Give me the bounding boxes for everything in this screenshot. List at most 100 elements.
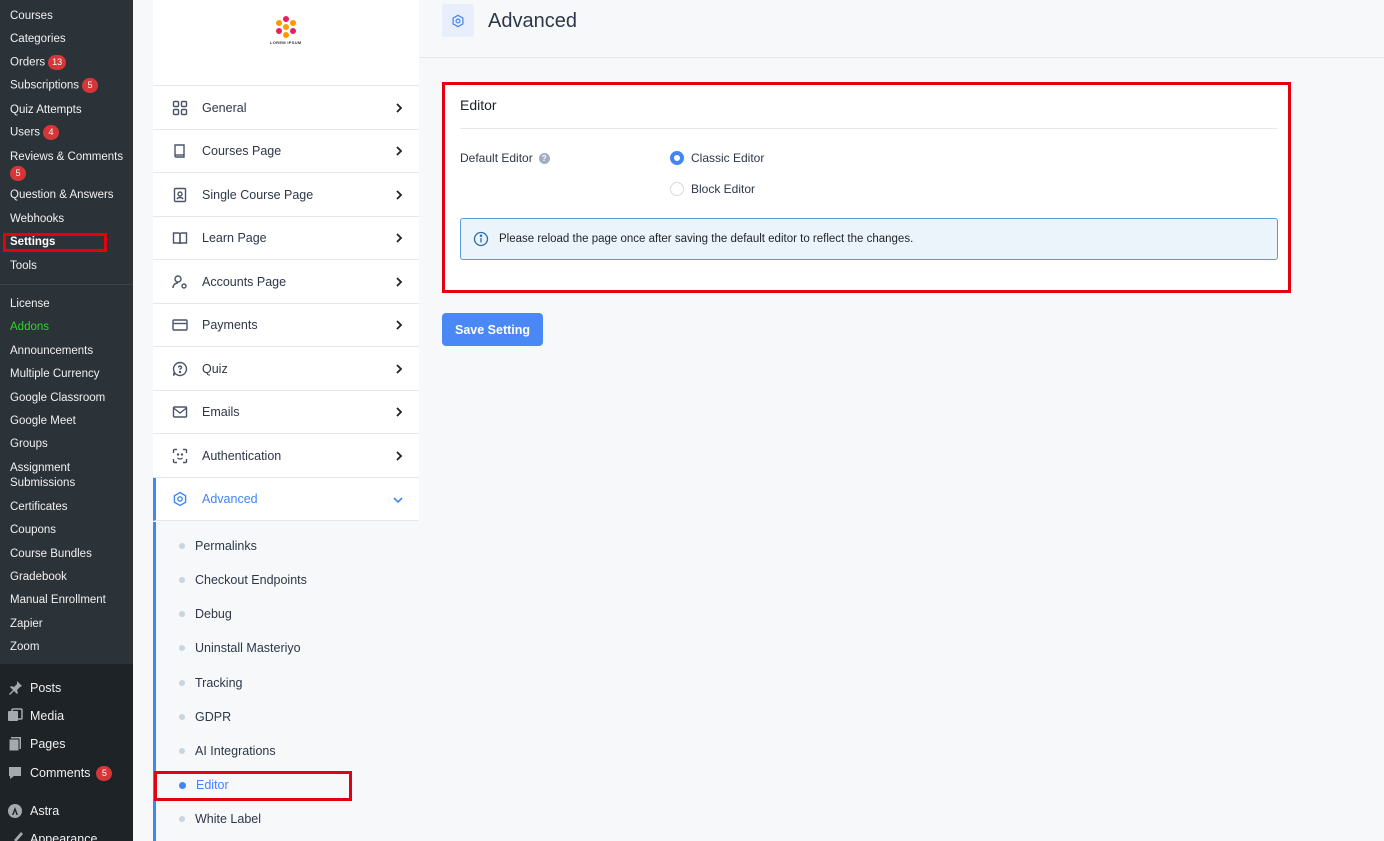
wp-menu-groups[interactable]: Groups: [10, 437, 48, 452]
block-editor-option[interactable]: Block Editor: [670, 182, 755, 196]
wp-menu-courses[interactable]: Courses: [10, 9, 53, 24]
wp-menu-categories[interactable]: Categories: [10, 32, 66, 47]
wp-menu-posts[interactable]: Posts: [0, 674, 133, 702]
grid-icon: [172, 100, 188, 116]
comments-count-badge: 5: [96, 765, 113, 781]
wp-menu-question-answers[interactable]: Question & Answers: [10, 188, 114, 203]
page-title: Advanced: [488, 10, 577, 32]
wp-menu-google-classroom[interactable]: Google Classroom: [10, 391, 105, 406]
bullet-dot-active: [179, 781, 186, 789]
save-setting-button[interactable]: Save Setting: [442, 313, 543, 346]
wp-menu-subscriptions[interactable]: Subscriptions 5: [10, 78, 99, 94]
subnav-uninstall[interactable]: Uninstall Masteriyo: [179, 641, 301, 655]
pages-icon: [0, 736, 30, 752]
mail-icon: [172, 404, 188, 420]
subnav-white-label[interactable]: White Label: [179, 812, 261, 826]
open-book-icon: [172, 230, 188, 246]
wp-menu-orders[interactable]: Orders 13: [10, 55, 67, 71]
chevron-down-icon: [393, 497, 403, 504]
bullet-dot: [179, 680, 185, 686]
wp-menu-appearance[interactable]: Appearance: [0, 825, 133, 841]
page-header: Advanced: [419, 0, 1384, 58]
nav-advanced[interactable]: Advanced: [153, 478, 419, 521]
subnav-checkout-endpoints[interactable]: Checkout Endpoints: [179, 573, 307, 587]
settings-icon: [442, 4, 474, 37]
comment-icon: [0, 765, 30, 781]
card-divider: [460, 128, 1277, 129]
chevron-right-icon: [396, 146, 403, 156]
wp-menu-license[interactable]: License: [10, 297, 50, 312]
wp-menu-webhooks[interactable]: Webhooks: [10, 212, 64, 227]
menu-divider: [0, 284, 133, 285]
wp-menu-certificates[interactable]: Certificates: [10, 500, 68, 515]
chevron-right-icon: [396, 103, 403, 113]
subnav-tracking[interactable]: Tracking: [179, 676, 242, 690]
nav-single-course-page[interactable]: Single Course Page: [153, 174, 419, 217]
bullet-dot: [179, 577, 185, 583]
card-title: Editor: [460, 97, 497, 113]
nav-emails[interactable]: Emails: [153, 391, 419, 434]
help-icon[interactable]: ?: [538, 152, 550, 164]
bullet-dot: [179, 714, 185, 720]
nav-quiz[interactable]: Quiz: [153, 348, 419, 391]
reviews-count-badge: 5: [10, 166, 26, 181]
wp-menu-google-meet[interactable]: Google Meet: [10, 414, 76, 429]
wp-menu-manual-enrollment[interactable]: Manual Enrollment: [10, 593, 106, 608]
chevron-right-icon: [396, 451, 403, 461]
settings-icon: [172, 491, 188, 507]
wp-menu-settings[interactable]: Settings: [10, 235, 55, 250]
subnav-permalinks[interactable]: Permalinks: [179, 539, 257, 553]
subnav-editor[interactable]: Editor: [179, 778, 229, 792]
chevron-right-icon: [396, 233, 403, 243]
nav-learn-page[interactable]: Learn Page: [153, 217, 419, 260]
orders-count-badge: 13: [48, 55, 67, 70]
subscriptions-count-badge: 5: [82, 78, 99, 93]
wp-menu-gradebook[interactable]: Gradebook: [10, 570, 67, 585]
info-icon: [473, 231, 489, 247]
subnav-gdpr[interactable]: GDPR: [179, 710, 231, 724]
wp-menu-course-bundles[interactable]: Course Bundles: [10, 547, 92, 562]
media-icon: [0, 708, 30, 724]
wp-menu-addons[interactable]: Addons: [10, 320, 49, 335]
wp-menu-media[interactable]: Media: [0, 702, 133, 730]
wp-menu-announcements[interactable]: Announcements: [10, 344, 93, 359]
wp-menu-assignment-submissions[interactable]: Assignment Submissions: [10, 461, 75, 491]
chevron-right-icon: [396, 364, 403, 374]
main-content: Advanced Editor Default Editor ? Classic…: [419, 0, 1384, 841]
nav-courses-page[interactable]: Courses Page: [153, 130, 419, 173]
wp-menu-tools[interactable]: Tools: [10, 259, 37, 274]
radio-checked[interactable]: [670, 151, 684, 165]
subnav-ai-integrations[interactable]: AI Integrations: [179, 744, 276, 758]
id-card-icon: [172, 187, 188, 203]
radio-unchecked[interactable]: [670, 182, 684, 196]
wp-menu-coupons[interactable]: Coupons: [10, 523, 56, 538]
wp-menu-zapier[interactable]: Zapier: [10, 617, 43, 632]
wp-menu-users[interactable]: Users 4: [10, 125, 60, 141]
quiz-icon: [172, 361, 188, 377]
classic-editor-option[interactable]: Classic Editor: [670, 151, 764, 165]
chevron-right-icon: [396, 407, 403, 417]
wp-menu-comments[interactable]: Comments 5: [0, 759, 133, 787]
subnav-debug[interactable]: Debug: [179, 607, 232, 621]
wp-menu-zoom[interactable]: Zoom: [10, 640, 39, 655]
wp-submenu: Courses Categories Orders 13 Subscription…: [0, 0, 133, 664]
wp-menu-quiz-attempts[interactable]: Quiz Attempts: [10, 103, 82, 118]
bullet-dot: [179, 816, 185, 822]
settings-nav: LOREM IPSUM General Courses Page Single …: [153, 0, 419, 841]
users-count-badge: 4: [43, 125, 60, 140]
wp-menu-astra[interactable]: Astra: [0, 797, 133, 825]
nav-general[interactable]: General: [153, 87, 419, 130]
nav-payments[interactable]: Payments: [153, 304, 419, 347]
bullet-dot: [179, 748, 185, 754]
nav-accounts-page[interactable]: Accounts Page: [153, 261, 419, 304]
wp-menu-pages[interactable]: Pages: [0, 730, 133, 758]
wp-admin-sidebar: Courses Categories Orders 13 Subscription…: [0, 0, 133, 841]
chevron-right-icon: [396, 277, 403, 287]
nav-authentication[interactable]: Authentication: [153, 435, 419, 478]
bullet-dot: [179, 543, 185, 549]
wp-menu-reviews-comments[interactable]: Reviews & Comments 5: [10, 150, 123, 181]
chevron-right-icon: [396, 320, 403, 330]
bullet-dot: [179, 645, 185, 651]
wp-menu-multiple-currency[interactable]: Multiple Currency: [10, 367, 99, 382]
brand-logo: LOREM IPSUM: [153, 0, 419, 86]
